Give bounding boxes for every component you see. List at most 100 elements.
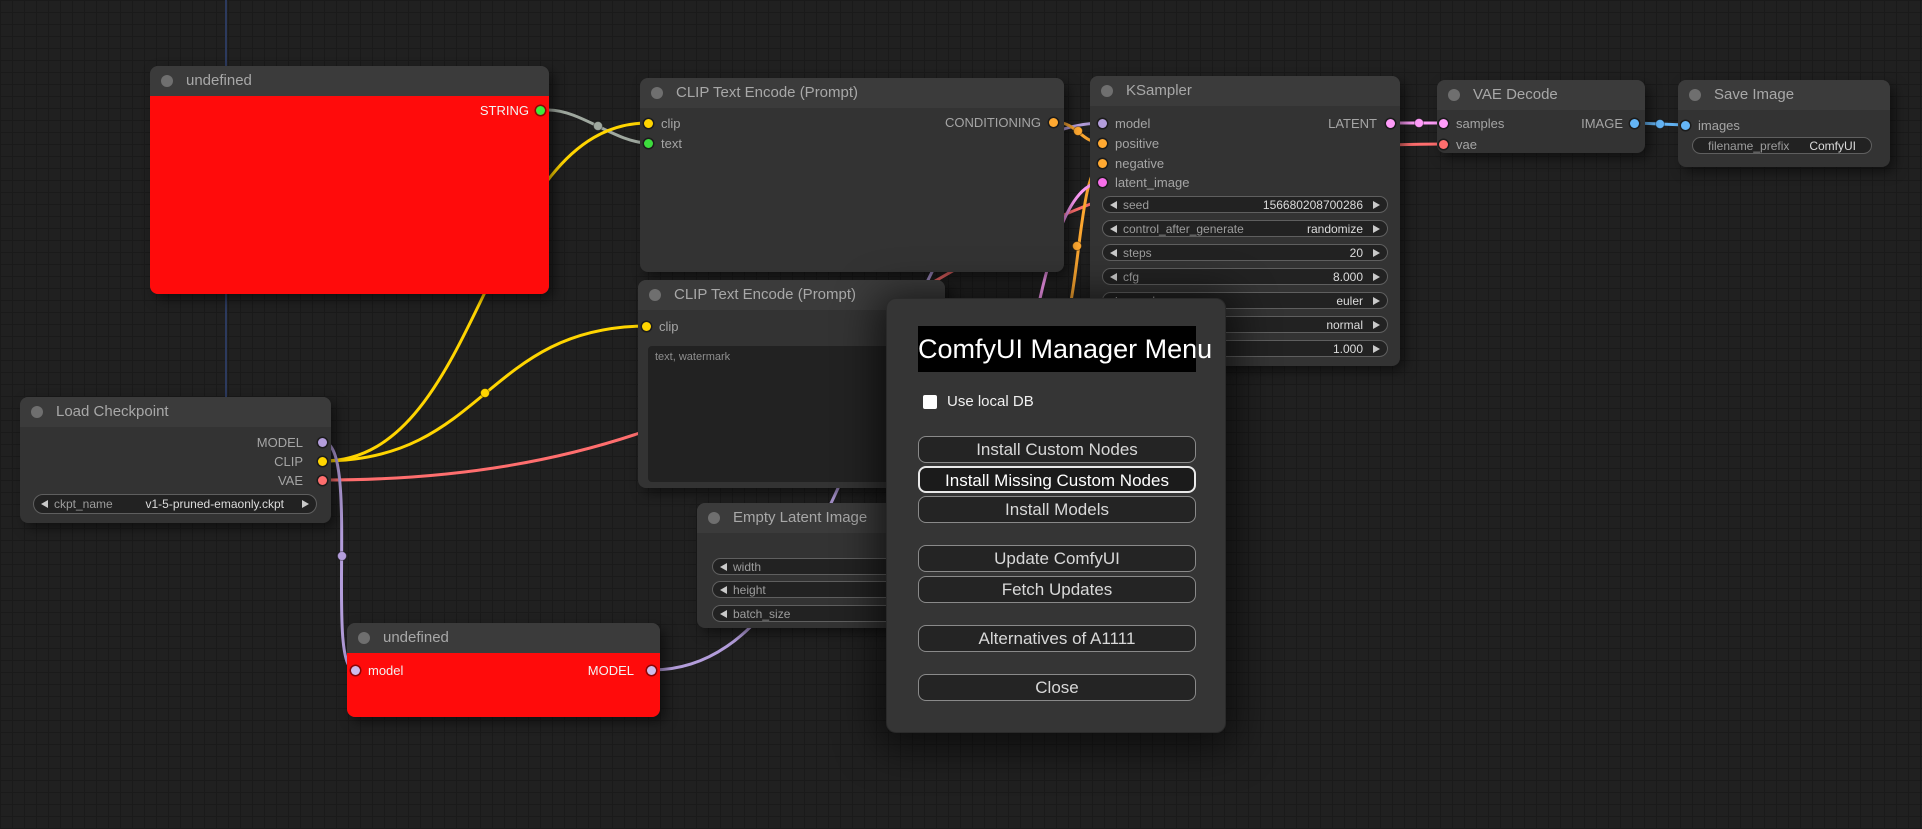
widget-ckpt-name[interactable]: ckpt_name v1-5-pruned-emaonly.ckpt [33, 494, 317, 514]
input-slot-latent-image[interactable] [1098, 178, 1107, 187]
widget-steps[interactable]: steps 20 [1102, 244, 1388, 261]
collapse-dot-icon[interactable] [708, 512, 720, 524]
output-slot-model[interactable] [318, 438, 327, 447]
input-label: samples [1456, 116, 1505, 131]
node-titlebar[interactable]: KSampler [1090, 76, 1400, 106]
output-label: CLIP [274, 454, 303, 469]
collapse-dot-icon[interactable] [358, 632, 370, 644]
decrement-arrow-icon[interactable] [1110, 249, 1117, 257]
collapse-dot-icon[interactable] [161, 75, 173, 87]
output-slot-model[interactable] [647, 666, 656, 675]
link-dot[interactable] [480, 388, 490, 398]
decrement-arrow-icon[interactable] [720, 610, 727, 618]
input-slot-samples[interactable] [1439, 119, 1448, 128]
input-slot-model[interactable] [351, 666, 360, 675]
node-vae-decode[interactable]: VAE Decode samples vae IMAGE [1437, 80, 1645, 153]
input-slot-images[interactable] [1681, 121, 1690, 130]
widget-value: randomize [1306, 222, 1363, 236]
node-titlebar[interactable]: undefined [150, 66, 549, 96]
link-dot[interactable] [593, 121, 603, 131]
close-button[interactable]: Close [918, 674, 1196, 701]
increment-arrow-icon[interactable] [1373, 201, 1380, 209]
install-custom-nodes-button[interactable]: Install Custom Nodes [918, 436, 1196, 463]
input-slot-clip[interactable] [642, 322, 651, 331]
increment-arrow-icon[interactable] [302, 500, 309, 508]
node-titlebar[interactable]: undefined [347, 623, 660, 653]
output-slot-string[interactable] [536, 106, 545, 115]
install-models-button[interactable]: Install Models [918, 496, 1196, 523]
input-slot-negative[interactable] [1098, 159, 1107, 168]
widget-value: ComfyUI [1809, 139, 1856, 153]
output-slot-latent[interactable] [1386, 119, 1395, 128]
install-missing-custom-nodes-button[interactable]: Install Missing Custom Nodes [918, 466, 1196, 493]
alternatives-of-a1111-button[interactable]: Alternatives of A1111 [918, 625, 1196, 652]
node-titlebar[interactable]: Load Checkpoint [20, 397, 331, 427]
input-slot-positive[interactable] [1098, 139, 1107, 148]
input-label: clip [659, 319, 679, 334]
increment-arrow-icon[interactable] [1373, 297, 1380, 305]
output-label: LATENT [1328, 116, 1377, 131]
output-label: MODEL [587, 663, 634, 678]
link-dot[interactable] [1655, 119, 1665, 129]
output-slot-image[interactable] [1630, 119, 1639, 128]
link-dot[interactable] [1073, 126, 1083, 136]
output-label: CONDITIONING [944, 115, 1041, 130]
node-undefined-top[interactable]: undefined STRING [150, 66, 549, 294]
checkbox-label: Use local DB [947, 393, 1034, 410]
widget-label: steps [1123, 246, 1152, 260]
input-slot-model[interactable] [1098, 119, 1107, 128]
widget-value: 8.000 [1332, 270, 1363, 284]
widget-label: cfg [1123, 270, 1140, 284]
output-label: VAE [277, 473, 303, 488]
widget-label: batch_size [733, 607, 791, 621]
node-titlebar[interactable]: CLIP Text Encode (Prompt) [640, 78, 1064, 108]
increment-arrow-icon[interactable] [1373, 321, 1380, 329]
input-slot-clip[interactable] [644, 119, 653, 128]
decrement-arrow-icon[interactable] [1110, 201, 1117, 209]
widget-filename-prefix[interactable]: filename_prefix ComfyUI [1692, 137, 1872, 154]
node-save-image[interactable]: Save Image images filename_prefix ComfyU… [1678, 80, 1890, 167]
increment-arrow-icon[interactable] [1373, 225, 1380, 233]
node-load-checkpoint[interactable]: Load Checkpoint MODEL CLIP VAE ckpt_name… [20, 397, 331, 523]
decrement-arrow-icon[interactable] [41, 500, 48, 508]
link-dot[interactable] [1072, 241, 1082, 251]
input-slot-vae[interactable] [1439, 140, 1448, 149]
decrement-arrow-icon[interactable] [1110, 273, 1117, 281]
collapse-dot-icon[interactable] [31, 406, 43, 418]
widget-cfg[interactable]: cfg 8.000 [1102, 268, 1388, 285]
output-slot-conditioning[interactable] [1049, 118, 1058, 127]
link-dot[interactable] [337, 551, 347, 561]
node-clip-text-encode-1[interactable]: CLIP Text Encode (Prompt) clip text COND… [640, 78, 1064, 272]
node-undefined-bottom[interactable]: undefined model MODEL [347, 623, 660, 717]
node-titlebar[interactable]: VAE Decode [1437, 80, 1645, 110]
increment-arrow-icon[interactable] [1373, 273, 1380, 281]
widget-value: 156680208700286 [1262, 198, 1363, 212]
collapse-dot-icon[interactable] [1448, 89, 1460, 101]
collapse-dot-icon[interactable] [1101, 85, 1113, 97]
output-slot-clip[interactable] [318, 457, 327, 466]
output-slot-vae[interactable] [318, 476, 327, 485]
widget-value: 20 [1349, 246, 1363, 260]
decrement-arrow-icon[interactable] [720, 563, 727, 571]
use-local-db-checkbox[interactable] [923, 395, 937, 409]
increment-arrow-icon[interactable] [1373, 345, 1380, 353]
input-label: model [1115, 116, 1151, 131]
input-label: positive [1115, 136, 1160, 151]
widget-value: 1.000 [1332, 342, 1363, 356]
widget-seed[interactable]: seed 156680208700286 [1102, 196, 1388, 213]
decrement-arrow-icon[interactable] [1110, 225, 1117, 233]
widget-control-after-generate[interactable]: control_after_generate randomize [1102, 220, 1388, 237]
decrement-arrow-icon[interactable] [720, 586, 727, 594]
node-titlebar[interactable]: Save Image [1678, 80, 1890, 110]
collapse-dot-icon[interactable] [1689, 89, 1701, 101]
increment-arrow-icon[interactable] [1373, 249, 1380, 257]
link-dot[interactable] [1414, 118, 1424, 128]
collapse-dot-icon[interactable] [649, 289, 661, 301]
widget-label: filename_prefix [1708, 139, 1790, 153]
fetch-updates-button[interactable]: Fetch Updates [918, 576, 1196, 603]
node-title: CLIP Text Encode (Prompt) [674, 286, 857, 303]
node-title: undefined [186, 72, 252, 89]
collapse-dot-icon[interactable] [651, 87, 663, 99]
input-slot-text[interactable] [644, 139, 653, 148]
update-comfyui-button[interactable]: Update ComfyUI [918, 545, 1196, 572]
